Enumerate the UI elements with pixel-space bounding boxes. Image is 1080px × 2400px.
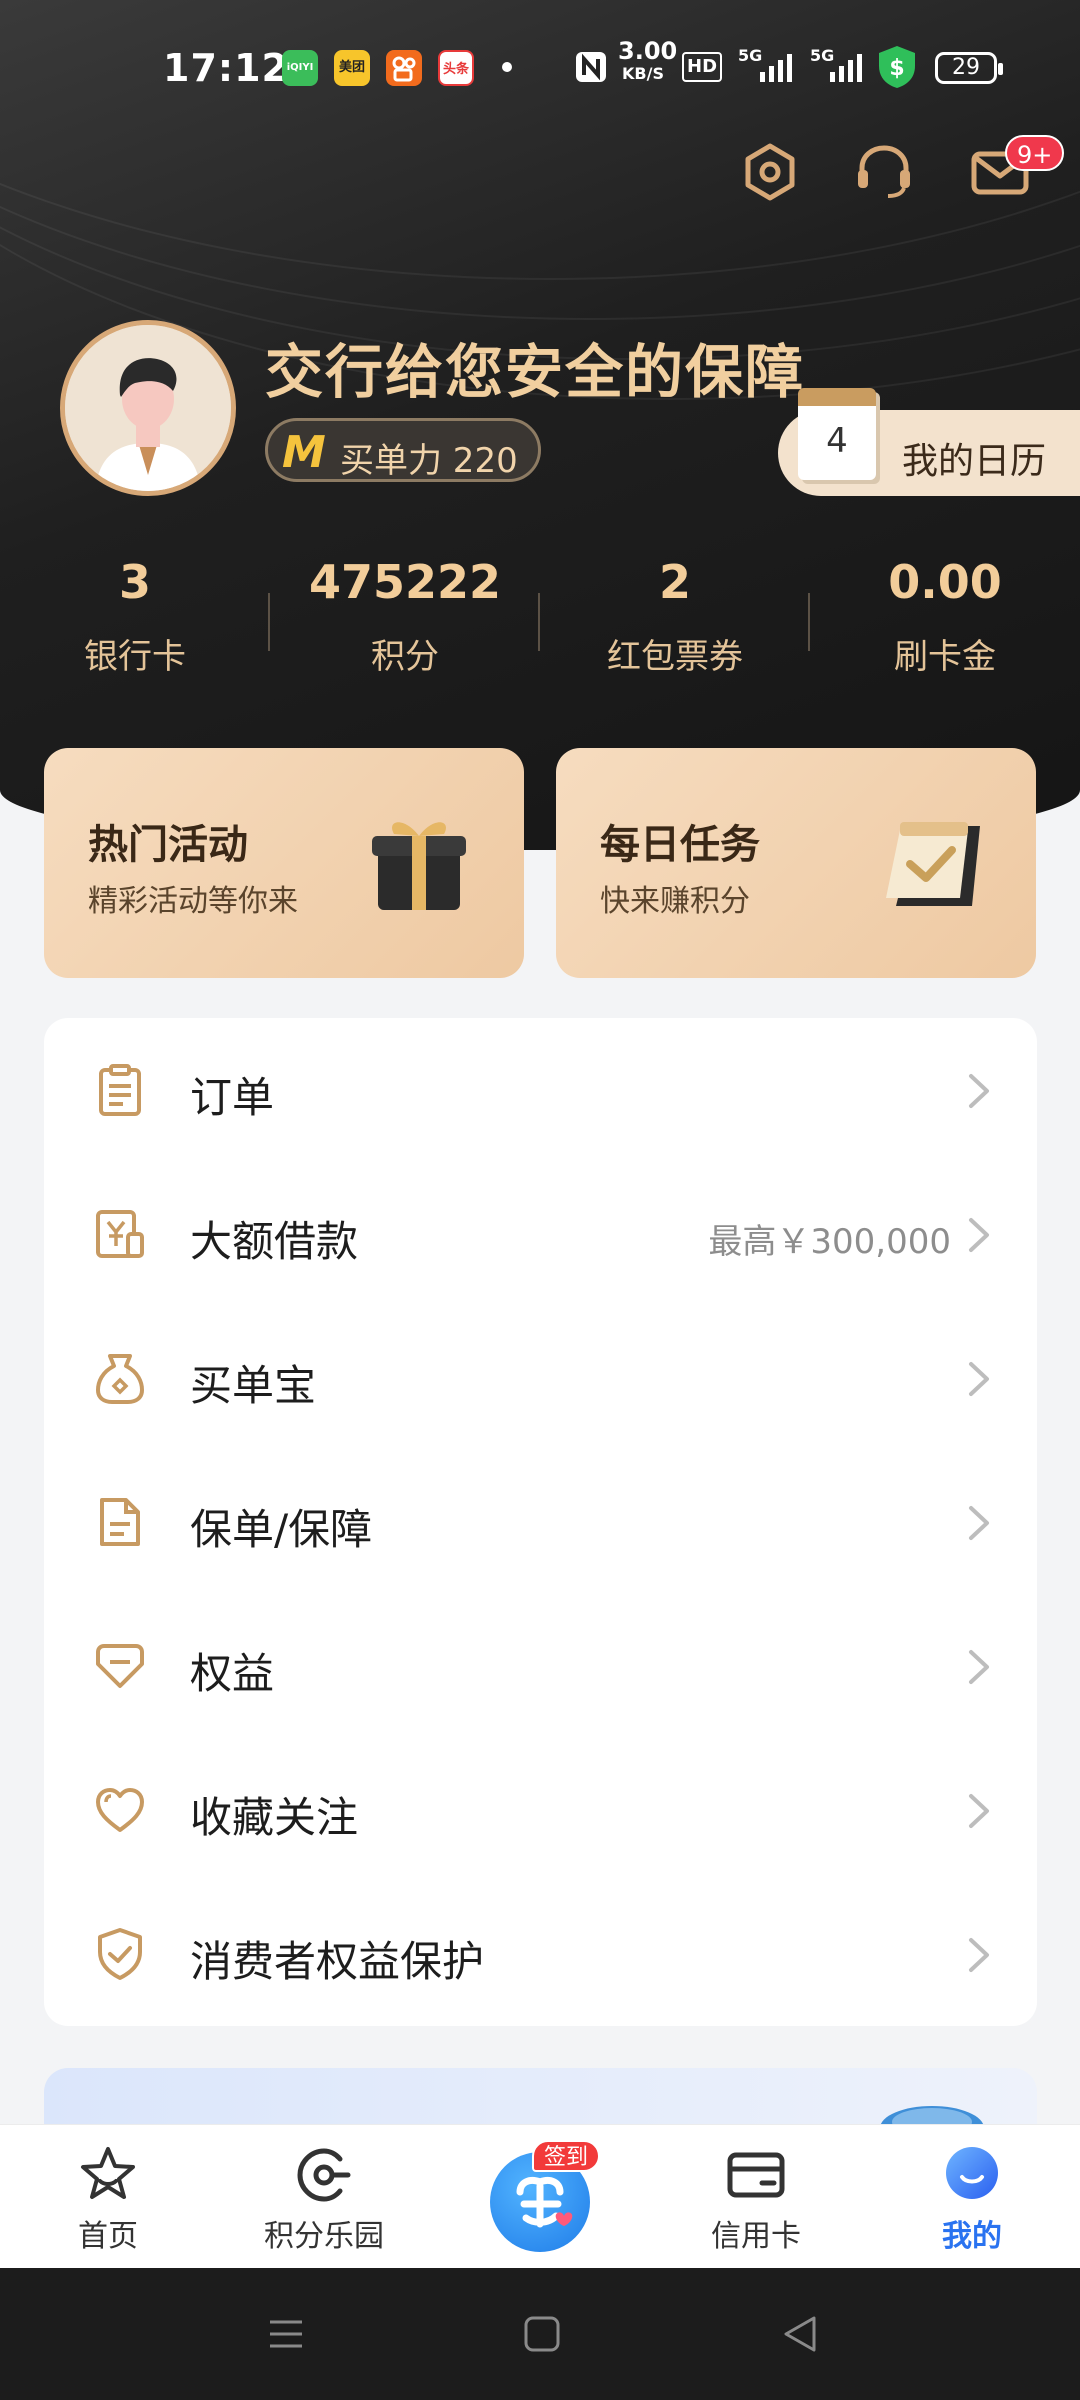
home-square-icon[interactable] [522, 2314, 562, 2358]
menu-label: 权益 [190, 1649, 275, 1698]
purchase-power-text: 买单力 220 [340, 441, 518, 481]
daily-tasks-card[interactable]: 每日任务 快来赚积分 [556, 748, 1036, 978]
signal-bars-icon [760, 52, 792, 86]
menu-label: 消费者权益保护 [190, 1937, 485, 1986]
my-calendar-label: 我的日历 [902, 441, 1047, 482]
net-speed-unit: KB/S [622, 64, 664, 83]
tab-credit-card[interactable]: 信用卡 [656, 2143, 856, 2255]
tab-label: 首页 [78, 2219, 138, 2254]
credit-card-icon [724, 2143, 788, 2207]
nfc-icon [574, 50, 608, 88]
stat-label: 银行卡 [84, 637, 186, 677]
stat-points[interactable]: 475222 积分 [270, 555, 540, 678]
signal-bars-icon [830, 52, 862, 86]
chevron-right-icon [967, 1216, 991, 1254]
chevron-right-icon [967, 1936, 991, 1974]
stat-value: 475222 [308, 555, 502, 609]
stat-bank-cards[interactable]: 3 银行卡 [0, 555, 270, 678]
account-stats: 3 银行卡 475222 积分 2 红包票券 0.00 刷卡金 [0, 555, 1080, 685]
chevron-right-icon [967, 1792, 991, 1830]
status-time: 17:12 [163, 46, 289, 90]
shield-dollar-icon: $ [876, 44, 918, 94]
menu-label: 大额借款 [190, 1217, 359, 1266]
points-c-icon [292, 2143, 356, 2207]
promo-title: 每日任务 [600, 822, 760, 868]
customer-service-icon[interactable] [852, 140, 916, 204]
menu-item-insurance[interactable]: 保单/保障 [44, 1450, 1037, 1594]
purchase-power-pill[interactable]: M 买单力 220 [265, 418, 541, 482]
menu-item-benefits[interactable]: 权益 [44, 1594, 1037, 1738]
stat-label: 积分 [371, 637, 439, 677]
settings-icon[interactable] [738, 140, 802, 204]
message-badge: 9+ [1005, 135, 1065, 171]
chevron-right-icon [967, 1504, 991, 1542]
money-bag-icon [92, 1350, 148, 1406]
document-icon [92, 1494, 148, 1550]
star-icon [76, 2143, 140, 2207]
tab-mine[interactable]: 我的 [872, 2143, 1072, 2255]
iqiyi-app-icon: iQIYI [282, 50, 318, 86]
promo-subtitle: 快来赚积分 [600, 884, 750, 919]
menu-item-favorites[interactable]: 收藏关注 [44, 1738, 1037, 1882]
menu-item-consumer-protection[interactable]: 消费者权益保护 [44, 1882, 1037, 2026]
profile-headline: 交行给您安全的保障 [265, 338, 806, 406]
menu-label: 买单宝 [190, 1361, 317, 1410]
stat-label: 刷卡金 [894, 637, 996, 677]
gift-box-icon [364, 806, 474, 916]
stat-coupons[interactable]: 2 红包票券 [540, 555, 810, 678]
avatar[interactable] [60, 320, 236, 496]
notification-dot [502, 62, 512, 72]
stat-value: 2 [658, 555, 691, 609]
tab-label: 积分乐园 [264, 2219, 384, 2254]
checkin-badge: 签到 [532, 2140, 601, 2172]
tag-benefit-icon [92, 1638, 148, 1694]
tab-label: 信用卡 [711, 2219, 801, 2254]
tab-label: 我的 [942, 2219, 1002, 2254]
svg-text:$: $ [889, 56, 904, 81]
heart-icon [92, 1782, 148, 1838]
toutiao-app-icon: 头条 [438, 50, 474, 86]
tab-points-park[interactable]: 积分乐园 [224, 2143, 424, 2255]
chevron-right-icon [967, 1072, 991, 1110]
menu-label: 保单/保障 [190, 1505, 373, 1554]
menu-icon[interactable] [266, 2314, 306, 2358]
back-triangle-icon[interactable] [780, 2314, 820, 2358]
shield-check-icon [92, 1926, 148, 1982]
tab-home[interactable]: 首页 [8, 2143, 208, 2255]
stat-card-gold[interactable]: 0.00 刷卡金 [810, 555, 1080, 678]
loan-yen-icon [92, 1206, 148, 1262]
promo-title: 热门活动 [88, 822, 248, 868]
menu-item-maidanbao[interactable]: 买单宝 [44, 1306, 1037, 1450]
stat-value: 3 [118, 555, 151, 609]
calendar-icon: 4 [798, 388, 876, 480]
calendar-check-icon [876, 806, 986, 916]
status-bar: 17:12 iQIYI 美团 头条 3.00 KB/S HD 5G 5G $ 2… [0, 37, 1080, 100]
my-calendar-button[interactable]: 4 我的日历 [778, 388, 1080, 496]
battery-indicator: 29 [935, 52, 1003, 84]
user-avatar-icon [940, 2143, 1004, 2207]
chevron-right-icon [967, 1360, 991, 1398]
net-speed-value: 3.00 [618, 37, 678, 65]
promo-subtitle: 精彩活动等你来 [88, 884, 298, 919]
meituan-app-icon: 美团 [334, 50, 370, 86]
stat-label: 红包票券 [607, 637, 743, 677]
signal-5g-label-1: 5G [738, 46, 763, 65]
menu-item-large-loan[interactable]: 大额借款 最高￥300,000 [44, 1162, 1037, 1306]
menu-label: 订单 [190, 1073, 275, 1122]
clipboard-icon [92, 1062, 148, 1118]
menu-label: 收藏关注 [190, 1793, 359, 1842]
hot-activities-card[interactable]: 热门活动 精彩活动等你来 [44, 748, 524, 978]
system-navigation-bar [0, 2268, 1080, 2400]
m-logo-icon: M [282, 427, 326, 478]
hd-indicator: HD [682, 52, 723, 82]
menu-item-orders[interactable]: 订单 [44, 1018, 1037, 1162]
kuaishou-app-icon [386, 50, 422, 86]
stat-value: 0.00 [888, 555, 1002, 609]
loan-limit-text: 最高￥300,000 [708, 1222, 951, 1262]
menu-list: 订单 大额借款 最高￥300,000 买单宝 保单/保障 权益 收藏关注 消费者… [44, 1018, 1037, 2026]
chevron-right-icon [967, 1648, 991, 1686]
